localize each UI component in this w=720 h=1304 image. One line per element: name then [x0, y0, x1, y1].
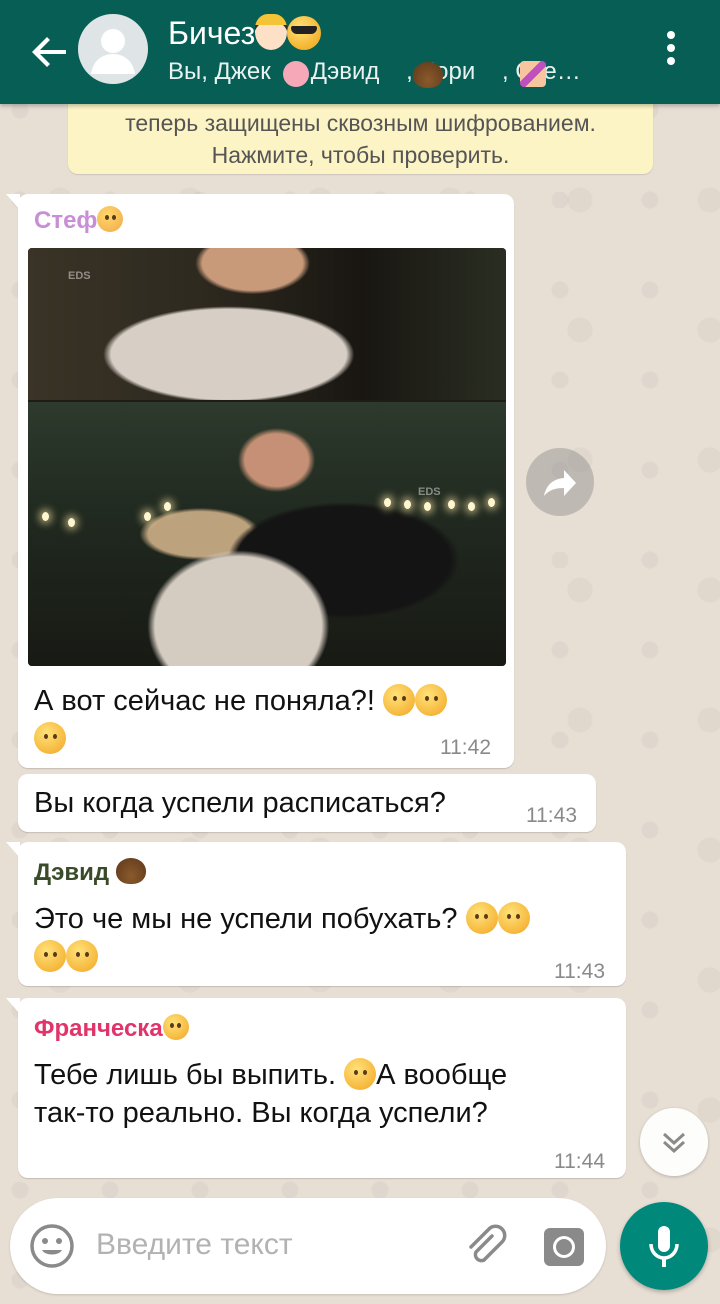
share-forward-icon — [544, 470, 576, 496]
pleading-emoji-icon — [497, 902, 530, 934]
encryption-notice[interactable]: теперь защищены сквозным шифрованием. На… — [68, 104, 653, 174]
encryption-notice-line2: Нажмите, чтобы проверить. — [211, 142, 510, 168]
chat-participants-text: Вы, Джек , Дэвид , Лори , Сте… — [168, 58, 581, 85]
message-bubble-stef-2[interactable]: Вы когда успели расписаться? 11:43 — [18, 774, 596, 832]
photo-watermark: EDS — [68, 270, 91, 282]
message-time: 11:44 — [554, 1150, 605, 1173]
message-text: Вы когда успели расписаться? — [34, 787, 446, 819]
message-composer: Введите текст — [10, 1198, 606, 1294]
pleading-emoji-icon — [34, 722, 66, 754]
group-avatar-icon — [91, 29, 135, 74]
group-avatar[interactable] — [78, 14, 148, 84]
chevron-double-down-icon — [662, 1132, 686, 1154]
smiley-icon — [30, 1224, 74, 1268]
smiling-hearts-emoji-icon — [97, 206, 124, 232]
more-vertical-icon — [667, 31, 675, 39]
sender-name: Дэвид — [34, 858, 146, 887]
hushed-emoji-icon — [465, 902, 498, 934]
astonished-emoji-icon — [382, 684, 415, 716]
hushed-emoji-icon — [414, 684, 447, 716]
camera-icon — [544, 1228, 584, 1266]
arrow-left-icon — [32, 37, 66, 67]
poop-emoji-icon — [413, 62, 443, 88]
message-text: Это че мы не успели побухать? — [34, 900, 530, 976]
confounded-emoji-icon — [66, 940, 98, 972]
princess-emoji-icon — [255, 14, 288, 50]
message-time: 11:43 — [526, 804, 577, 827]
sender-name: Франческа — [34, 1014, 189, 1043]
menu-button[interactable] — [656, 26, 686, 76]
message-input[interactable]: Введите текст — [96, 1228, 293, 1262]
attach-button[interactable] — [462, 1222, 510, 1270]
frowning-emoji-icon — [34, 940, 66, 972]
forward-button[interactable] — [526, 448, 594, 516]
chat-title-text: Бичез — [168, 15, 256, 51]
message-text: А вот сейчас не поняла?! — [34, 682, 447, 758]
chat-title[interactable]: Бичез — [168, 14, 322, 52]
pig-emoji-icon — [283, 61, 309, 87]
zany-face-emoji-icon — [162, 1014, 189, 1040]
photo-top-frame — [28, 248, 506, 400]
chat-header: Бичез Вы, Джек , Дэвид , Лори , Сте… — [0, 0, 720, 104]
microphone-icon — [649, 1226, 679, 1267]
message-photo[interactable]: EDS EDS — [28, 248, 506, 666]
unamused-emoji-icon — [344, 1058, 377, 1090]
back-button[interactable] — [26, 28, 74, 76]
sender-name: Стеф — [34, 206, 124, 235]
chat-participants[interactable]: Вы, Джек , Дэвид , Лори , Сте… — [168, 58, 638, 86]
scroll-to-bottom-button[interactable] — [640, 1108, 708, 1176]
message-bubble-stef[interactable]: Стеф EDS EDS А вот сейчас не поняла?! 11… — [6, 194, 514, 768]
message-time: 11:42 — [440, 736, 491, 759]
paperclip-icon — [469, 1224, 507, 1263]
encryption-notice-line1: теперь защищены сквозным шифрованием. — [125, 110, 596, 136]
emoji-button[interactable] — [28, 1222, 76, 1270]
message-time: 11:43 — [554, 960, 605, 983]
message-text: Тебе лишь бы выпить. А вообще так-то реа… — [34, 1058, 508, 1129]
message-bubble-francesca[interactable]: Франческа Тебе лишь бы выпить. А вообще … — [6, 998, 626, 1178]
sunglasses-emoji-icon — [287, 16, 322, 50]
message-bubble-david[interactable]: Дэвид Это че мы не успели побухать? 11:4… — [6, 842, 626, 986]
string-lights — [28, 498, 506, 528]
nail-polish-emoji-icon — [520, 61, 546, 87]
voice-message-button[interactable] — [620, 1202, 708, 1290]
photo-watermark: EDS — [418, 486, 441, 498]
photo-bottom-frame — [28, 402, 506, 666]
poop-emoji-icon — [115, 858, 146, 884]
camera-button[interactable] — [540, 1222, 588, 1270]
